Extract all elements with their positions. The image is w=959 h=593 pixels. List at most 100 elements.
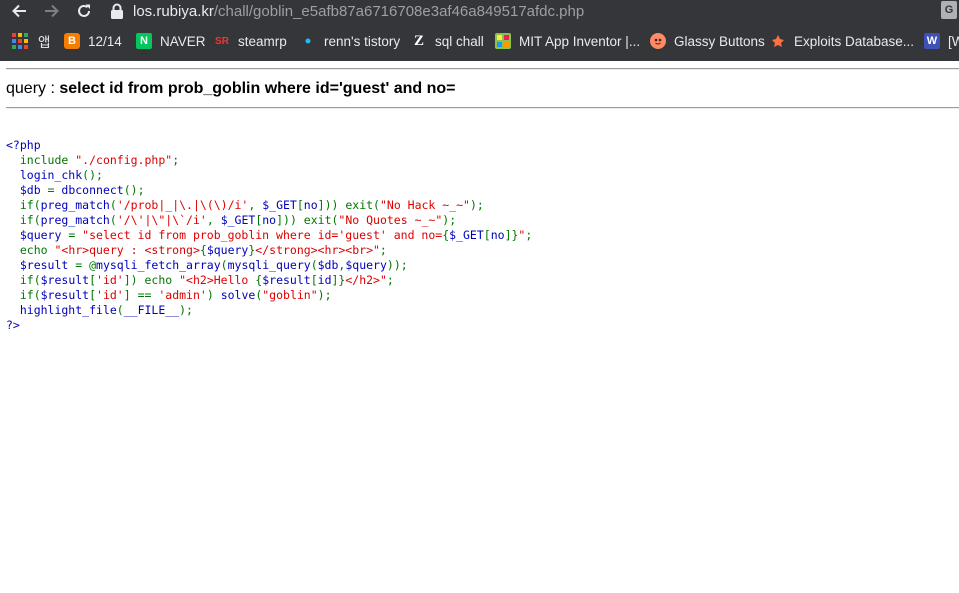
code-token: if(	[6, 288, 41, 302]
bookmark-steamrp[interactable]: SR steamrp	[214, 24, 287, 58]
code-token: =	[68, 228, 83, 242]
code-token: preg_match	[40, 198, 110, 212]
code-token: $db	[6, 183, 48, 197]
code-token: $result	[40, 288, 90, 302]
address-bar[interactable]: los.rubiya.kr/chall/goblin_e5afb87a67167…	[110, 0, 959, 22]
code-token: (	[310, 258, 318, 272]
url-path: /chall/goblin_e5afb87a6716708e3af46a8495…	[213, 2, 585, 20]
query-line: query : select id from prob_goblin where…	[6, 80, 455, 98]
bookmark-label: 12/14	[88, 33, 122, 49]
bookmark-apps[interactable]: 앱	[12, 24, 50, 58]
code-line: if($result['id']) echo "<h2>Hello {$resu…	[6, 273, 532, 288]
glassy-buttons-icon	[650, 33, 666, 49]
arrow-left-icon	[12, 4, 26, 18]
code-token: [	[89, 288, 97, 302]
arrow-right-icon	[45, 4, 59, 18]
code-token: );	[317, 288, 332, 302]
code-line: login_chk();	[6, 168, 532, 183]
code-token: "goblin"	[262, 288, 318, 302]
code-token: ();	[123, 183, 145, 197]
code-line: if(preg_match('/prob|_|\.|\(\)/i', $_GET…	[6, 198, 532, 213]
code-token: "No Hack ~_~"	[379, 198, 470, 212]
bookmark-sql-chall[interactable]: Z sql chall	[411, 24, 484, 58]
code-line: if(preg_match('/\'|\"|\`/i', $_GET[no]))…	[6, 213, 532, 228]
code-token: preg_match	[40, 213, 110, 227]
code-token: ));	[386, 258, 408, 272]
code-token: ]}	[331, 273, 346, 287]
code-token: $_GET	[220, 213, 256, 227]
code-token: (	[109, 213, 117, 227]
bookmark-label: 앱	[38, 35, 51, 50]
code-token: if(	[6, 213, 41, 227]
code-token: id	[317, 273, 332, 287]
bookmark-label: [W	[948, 33, 959, 49]
code-line: ?>	[6, 318, 532, 333]
code-token: ;	[525, 228, 533, 242]
code-token: solve	[220, 288, 256, 302]
code-token: 'id'	[96, 273, 124, 287]
code-token: ]) echo	[123, 273, 180, 287]
code-line: highlight_file(__FILE__);	[6, 303, 532, 318]
code-token: '/prob|_|\.|\(\)/i'	[116, 198, 249, 212]
bookmark-blogger[interactable]: B 12/14	[64, 24, 122, 58]
code-line: include "./config.php";	[6, 153, 532, 168]
bookmark-tistory[interactable]: renn's tistory	[300, 24, 400, 58]
code-token: $_GET	[262, 198, 297, 212]
bookmark-label: sql chall	[435, 33, 484, 49]
code-token: $result	[262, 273, 311, 287]
code-token: </strong><hr><br>"	[255, 243, 380, 257]
code-token: if(	[6, 198, 41, 212]
horizontal-rule-top	[6, 68, 959, 70]
code-token: login_chk	[6, 168, 83, 182]
blogger-icon: B	[64, 33, 80, 49]
url-text: los.rubiya.kr/chall/goblin_e5afb87a67167…	[133, 3, 584, 20]
bookmark-app-inventor[interactable]: MIT App Inventor |...	[495, 24, 640, 58]
code-line: <?php	[6, 138, 532, 153]
z-icon: Z	[413, 32, 424, 49]
code-token: mysqli_query	[227, 258, 311, 272]
bookmark-glassy-buttons[interactable]: Glassy Buttons	[650, 24, 765, 58]
code-token: ;	[386, 273, 394, 287]
code-token: $result	[40, 273, 90, 287]
code-token: ] ==	[123, 288, 159, 302]
code-token: ;	[379, 243, 387, 257]
code-token: no	[490, 228, 505, 242]
code-token: mysqli_fetch_array	[96, 258, 221, 272]
code-token: $result	[6, 258, 76, 272]
code-token: ();	[82, 168, 103, 182]
code-token: );	[179, 303, 193, 317]
code-token: [	[296, 198, 304, 212]
code-token: [	[310, 273, 318, 287]
code-token: );	[469, 198, 484, 212]
code-token: ,	[206, 213, 221, 227]
code-token: 'id'	[96, 288, 124, 302]
bookmark-overflow-icon: W	[924, 33, 940, 49]
browser-toolbar: los.rubiya.kr/chall/goblin_e5afb87a67167…	[0, 0, 959, 24]
bookmark-exploit-db[interactable]: Exploits Database...	[770, 24, 914, 58]
code-token: if(	[6, 273, 41, 287]
bookmark-overflow[interactable]: W [W	[924, 24, 959, 58]
code-line: $result = @mysqli_fetch_array(mysqli_que…	[6, 258, 532, 273]
code-token: no	[262, 213, 277, 227]
translate-icon[interactable]: G	[941, 1, 957, 19]
code-token: )	[206, 288, 221, 302]
back-button[interactable]	[7, 0, 31, 22]
code-token: "select id from prob_goblin where id='gu…	[82, 228, 443, 242]
code-token: "./config.php"	[75, 153, 173, 167]
tistory-icon	[300, 33, 316, 49]
bookmark-naver[interactable]: N NAVER	[136, 24, 206, 58]
code-token: =	[47, 183, 62, 197]
code-line: echo "<hr>query : <strong>{$query}</stro…	[6, 243, 532, 258]
forward-button[interactable]	[40, 0, 64, 22]
code-token: <?php	[6, 138, 41, 152]
code-line: if($result['id'] == 'admin') solve("gobl…	[6, 288, 532, 303]
code-token: [	[89, 273, 97, 287]
code-token: $query	[345, 258, 387, 272]
horizontal-rule-bottom	[6, 107, 959, 109]
code-token: </h2>"	[345, 273, 387, 287]
php-source-code: <?php include "./config.php"; login_chk(…	[6, 138, 532, 333]
bookmark-label: Glassy Buttons	[674, 33, 765, 49]
reload-button[interactable]	[72, 0, 96, 22]
code-token: ]}	[504, 228, 519, 242]
